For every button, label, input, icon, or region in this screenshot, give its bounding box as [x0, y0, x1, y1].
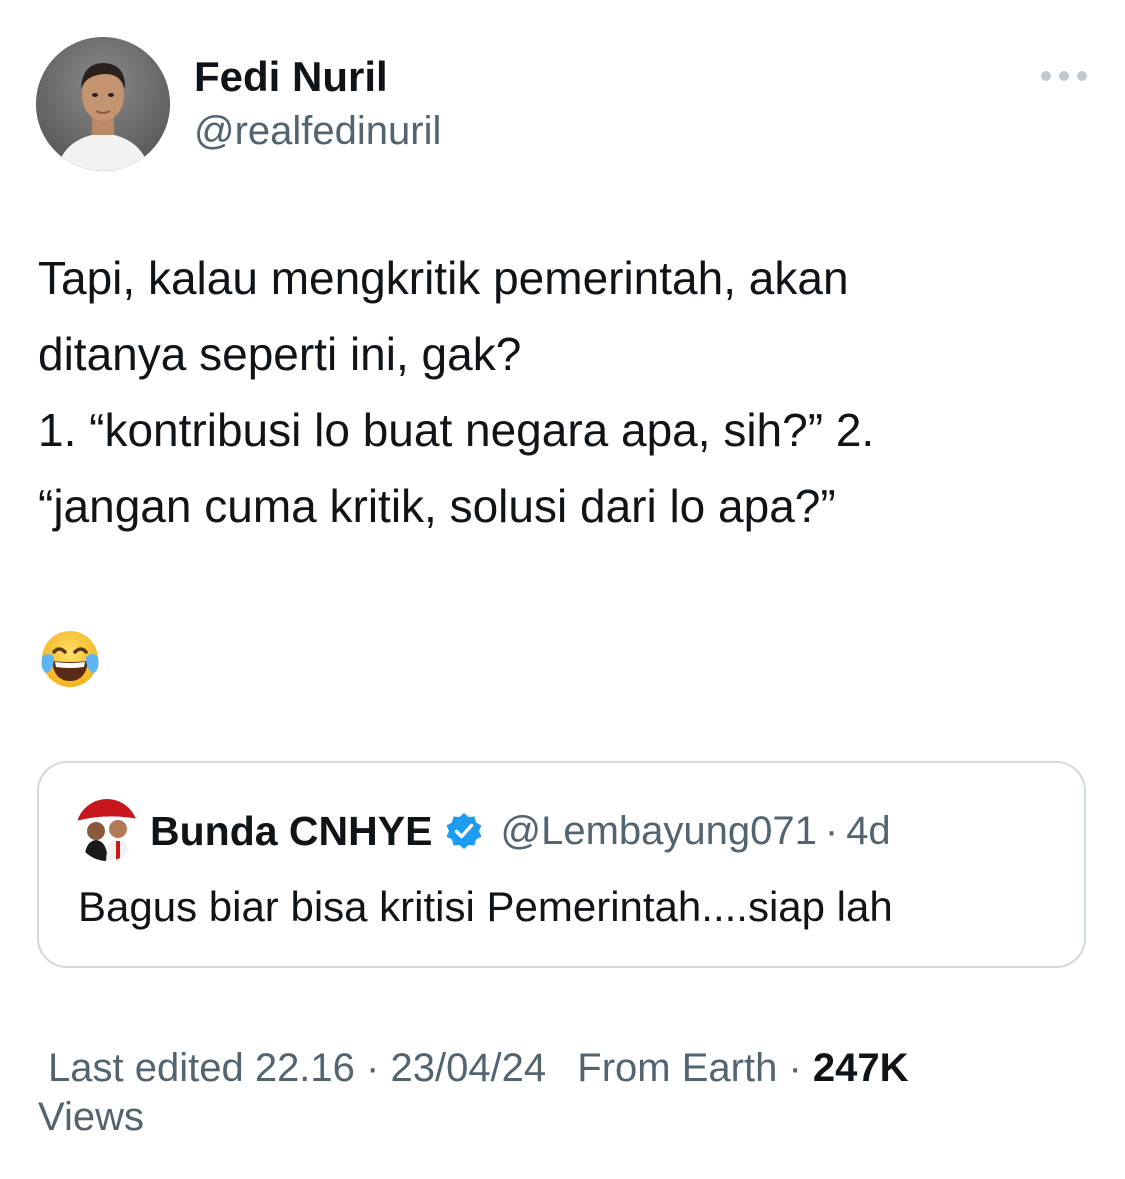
tweet-metadata: Last edited 22.16 · 23/04/24 From Earth …	[38, 1044, 998, 1142]
tweet-line: Tapi, kalau mengkritik pemerintah, akan	[38, 252, 849, 304]
verified-badge-icon	[446, 813, 482, 849]
quoted-timestamp[interactable]: 4d	[846, 809, 891, 854]
views-label: Views	[38, 1095, 144, 1139]
profile-photo	[36, 37, 170, 171]
meta-separator: ·	[824, 808, 839, 853]
tweet-source: From Earth ·	[577, 1046, 802, 1090]
quoted-handle[interactable]: @Lembayung071	[500, 809, 816, 854]
views-count[interactable]: 247K	[813, 1046, 909, 1090]
quoted-avatar[interactable]	[76, 799, 138, 861]
edited-timestamp[interactable]: Last edited 22.16 · 23/04/24	[48, 1046, 546, 1090]
quoted-tweet-card[interactable]: Bunda CNHYE @Lembayung071 · 4d Bagus bia…	[37, 761, 1086, 968]
face-with-tears-of-joy-icon	[38, 627, 102, 691]
quoted-profile-photo	[76, 799, 138, 861]
author-handle[interactable]: @realfedinuril	[194, 107, 441, 155]
tweet-line: ditanya seperti ini, gak?	[38, 328, 522, 380]
more-horizontal-icon[interactable]	[1036, 62, 1092, 90]
quoted-header: Bunda CNHYE @Lembayung071 · 4d	[150, 803, 891, 859]
tweet-line: 1. “kontribusi lo buat negara apa, sih?”…	[38, 404, 875, 456]
author-display-name[interactable]: Fedi Nuril	[194, 52, 388, 102]
tweet-text: Tapi, kalau mengkritik pemerintah, akan …	[38, 240, 1088, 544]
author-avatar[interactable]	[36, 37, 170, 171]
quoted-display-name[interactable]: Bunda CNHYE	[150, 808, 432, 855]
quoted-tweet-text: Bagus biar bisa kritisi Pemerintah....si…	[78, 883, 893, 930]
tweet-line: “jangan cuma kritik, solusi dari lo apa?…	[38, 480, 836, 532]
